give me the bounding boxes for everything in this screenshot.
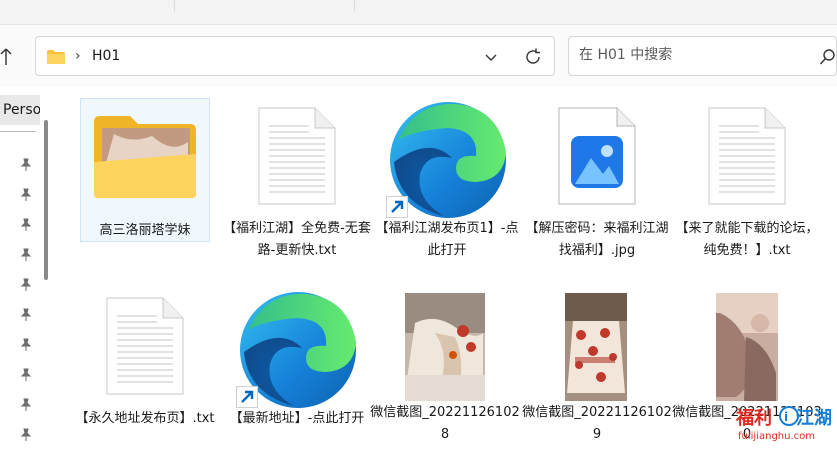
- pin-icon[interactable]: [19, 428, 33, 442]
- file-item[interactable]: 【福利江湖】全免费-无套路-更新快.txt: [222, 98, 372, 288]
- image-thumbnail: [565, 293, 627, 401]
- file-label: 【来了就能下载的论坛，纯免费！】.txt: [675, 221, 819, 258]
- image-thumbnail: [716, 293, 778, 401]
- file-label: 高三洛丽塔学妹: [99, 223, 191, 238]
- file-item[interactable]: 高三洛丽塔学妹: [70, 98, 220, 248]
- svg-text:i: i: [784, 410, 788, 424]
- shortcut-arrow-icon: [386, 196, 408, 218]
- pin-icon[interactable]: [19, 278, 33, 292]
- pin-icon[interactable]: [19, 188, 33, 202]
- file-label: 【福利江湖】全免费-无套路-更新快.txt: [223, 221, 371, 258]
- breadcrumb-h01[interactable]: H01: [92, 48, 120, 64]
- scrollbar-thumb[interactable]: [44, 120, 48, 280]
- pin-icon[interactable]: [19, 248, 33, 262]
- file-item[interactable]: 微信截图_202211261028: [370, 288, 520, 451]
- text-file-icon: [708, 107, 786, 205]
- text-file-icon: [106, 297, 184, 395]
- pin-icon[interactable]: [19, 368, 33, 382]
- up-arrow-icon[interactable]: [0, 47, 20, 67]
- image-file-icon: [558, 107, 636, 205]
- nav-item-personal[interactable]: Perso: [0, 95, 40, 125]
- address-bar[interactable]: › H01: [35, 36, 555, 76]
- pin-icon[interactable]: [19, 398, 33, 412]
- nav-separator: [0, 131, 36, 132]
- file-label: 【永久地址发布页】.txt: [75, 411, 215, 426]
- breadcrumb-separator: ›: [75, 48, 81, 64]
- folder-icon: [94, 116, 196, 198]
- search-box[interactable]: [568, 36, 837, 76]
- file-item[interactable]: 【解压密码：来福利江湖找福利】.jpg: [522, 98, 672, 288]
- search-icon[interactable]: [819, 48, 837, 66]
- refresh-icon[interactable]: [523, 47, 543, 67]
- pin-icon[interactable]: [19, 308, 33, 322]
- title-bar-strip: [0, 0, 837, 25]
- tab-divider: [174, 0, 355, 12]
- svg-text:江湖: 江湖: [796, 408, 832, 429]
- svg-text:fulijianghu.com: fulijianghu.com: [738, 431, 815, 442]
- folder-icon: [47, 50, 65, 64]
- shortcut-arrow-icon: [236, 386, 258, 408]
- chevron-down-icon[interactable]: [483, 49, 499, 65]
- pin-icon[interactable]: [19, 158, 33, 172]
- image-thumbnail: [405, 293, 485, 401]
- file-label: 【解压密码：来福利江湖找福利】.jpg: [525, 221, 669, 258]
- tab-divider: [354, 0, 535, 12]
- pin-icon[interactable]: [19, 338, 33, 352]
- pin-icon[interactable]: [19, 218, 33, 232]
- search-input[interactable]: [577, 46, 811, 64]
- file-label: 【福利江湖发布页1】-点此打开: [375, 221, 519, 258]
- file-label: 微信截图_202211261029: [522, 405, 672, 442]
- file-label: 【最新地址】-点此打开: [229, 411, 365, 426]
- file-label: 微信截图_202211261028: [370, 405, 520, 442]
- nav-scrollbar[interactable]: [43, 120, 49, 451]
- file-item[interactable]: 【来了就能下载的论坛，纯免费！】.txt: [672, 98, 822, 288]
- file-item[interactable]: 微信截图_202211261029: [522, 288, 672, 451]
- svg-text:福利: 福利: [735, 407, 772, 429]
- text-file-icon: [258, 107, 336, 205]
- file-item[interactable]: 【福利江湖发布页1】-点此打开: [372, 98, 522, 268]
- file-item[interactable]: 【永久地址发布页】.txt: [70, 288, 220, 451]
- file-item[interactable]: 【最新地址】-点此打开: [222, 288, 372, 451]
- watermark-logo: 福利 i 江湖 fulijianghu.com: [735, 406, 832, 442]
